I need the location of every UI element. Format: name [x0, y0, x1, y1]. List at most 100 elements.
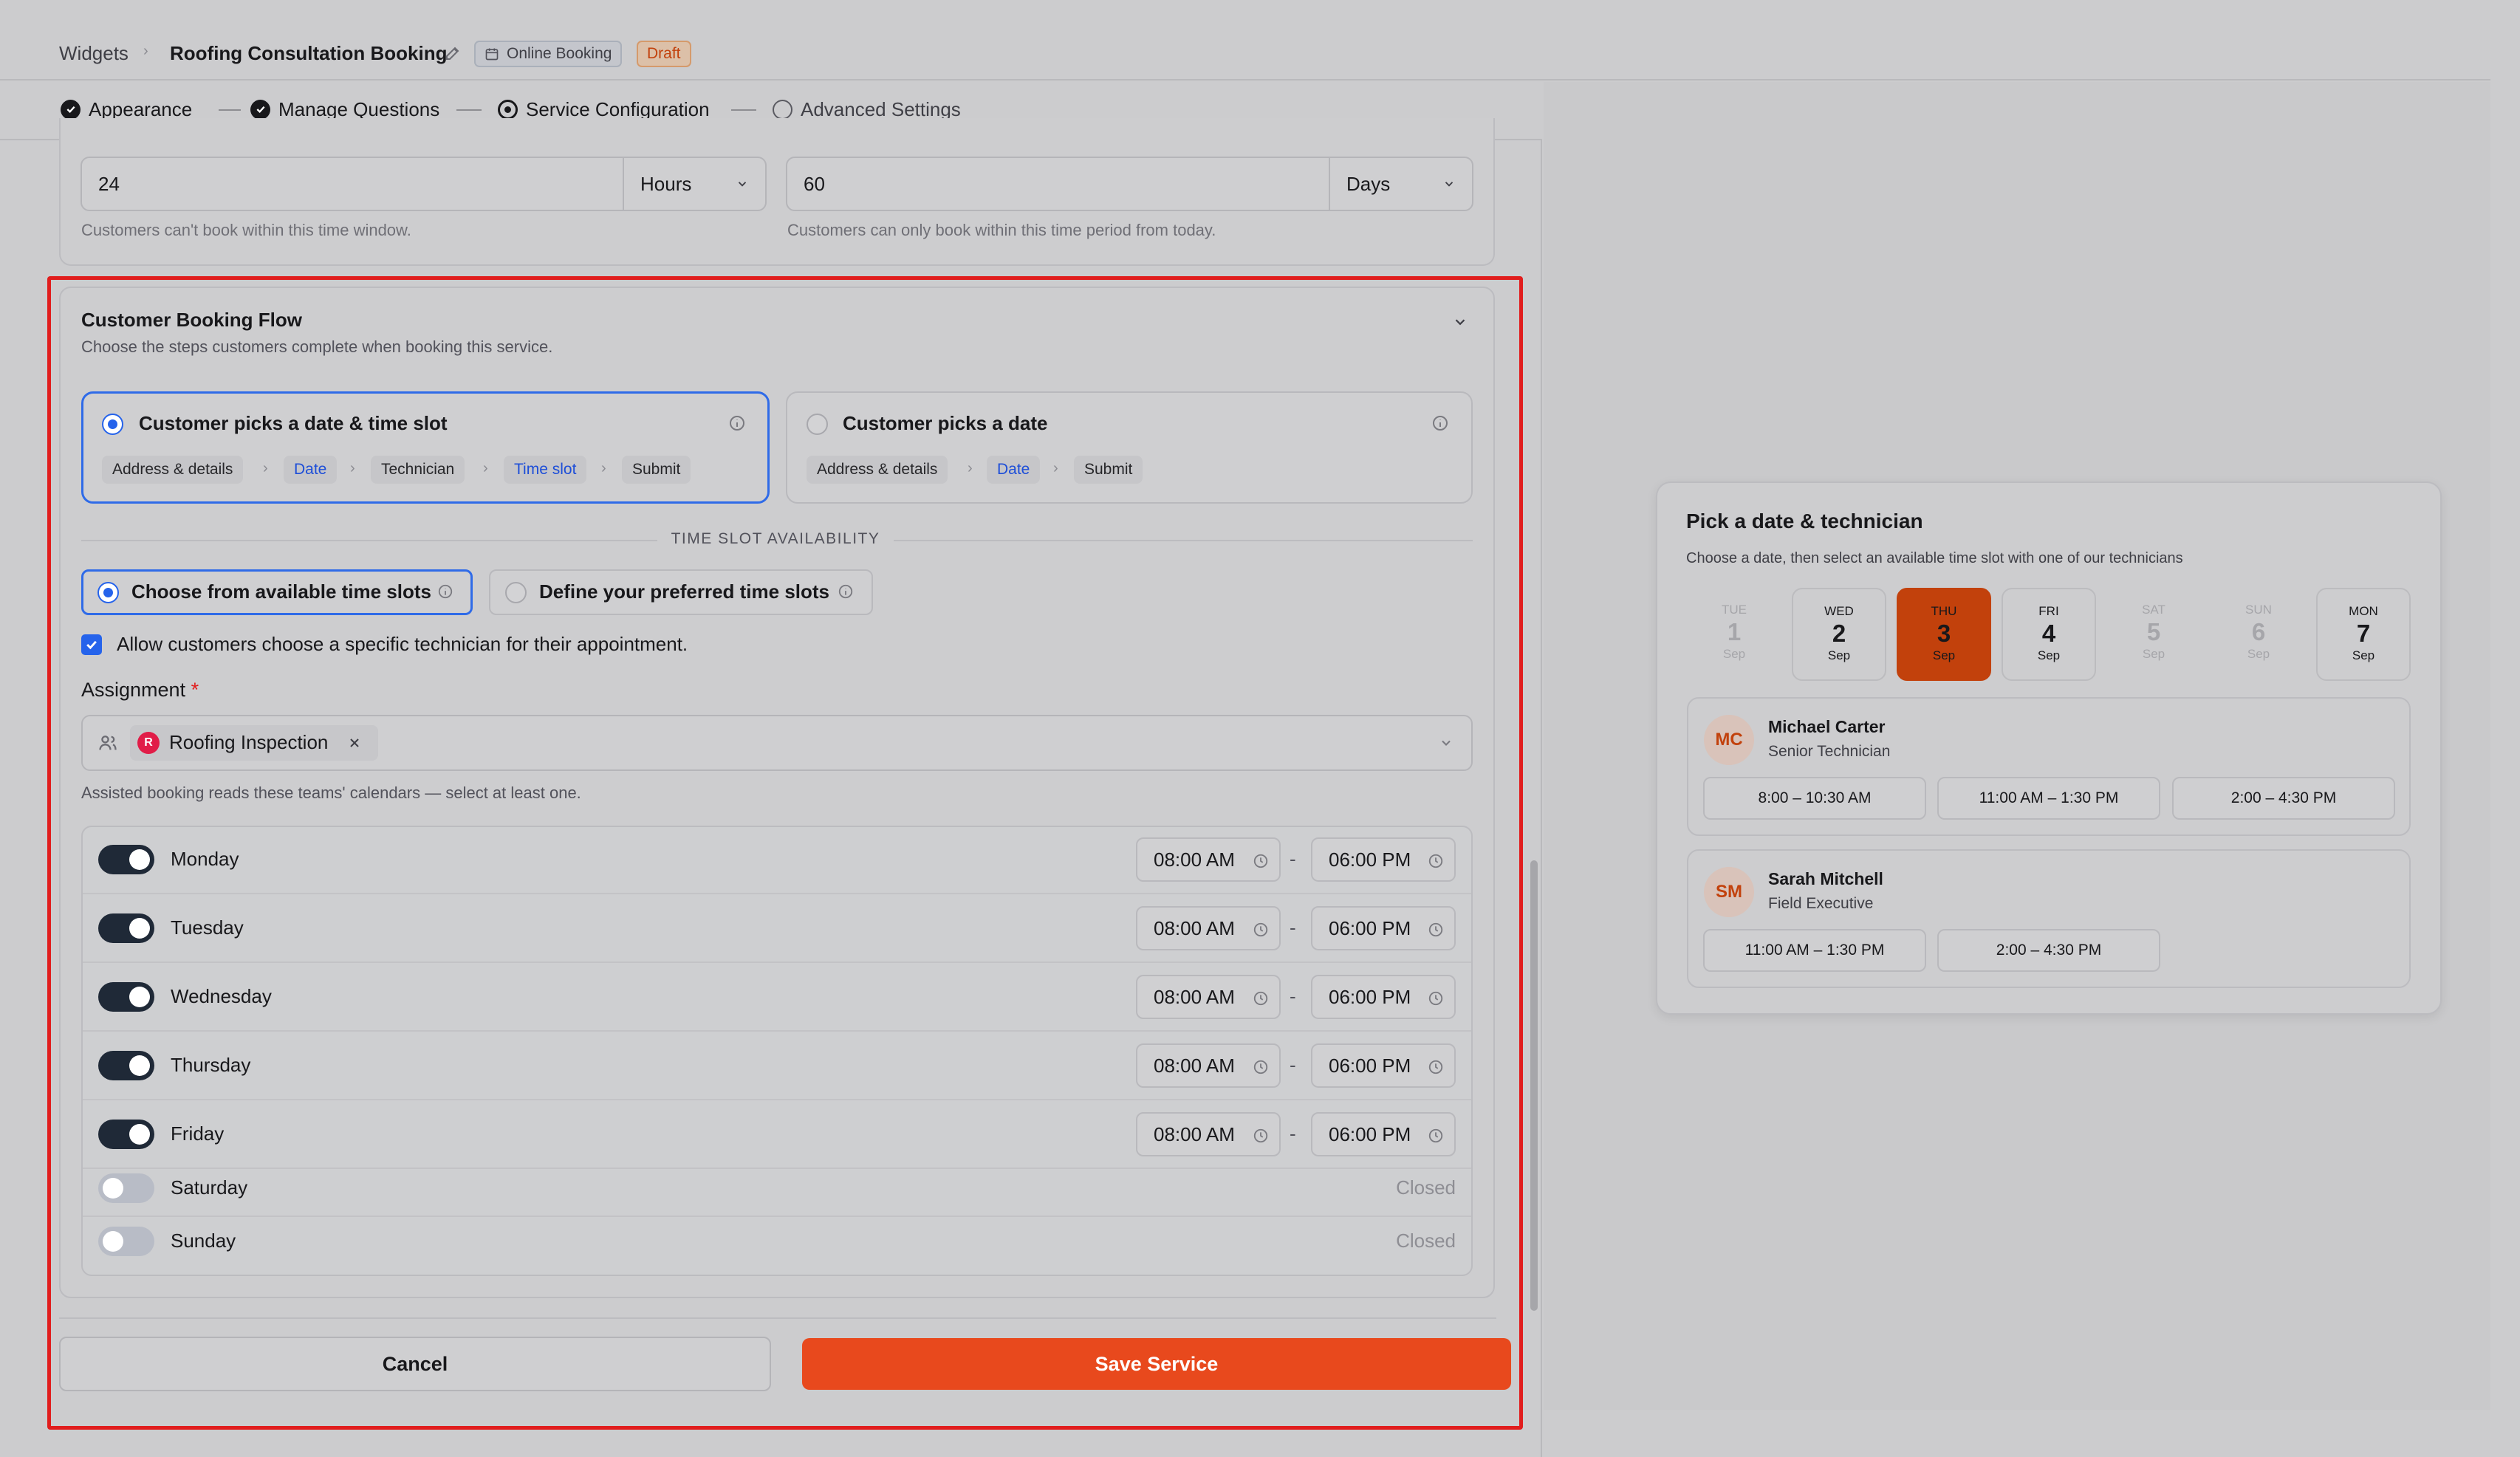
cancel-button[interactable]: Cancel — [59, 1337, 771, 1391]
assignment-tag-label: Roofing Inspection — [169, 731, 329, 753]
info-icon[interactable] — [1431, 414, 1449, 432]
info-icon[interactable] — [728, 414, 746, 432]
time-slot-button[interactable]: 11:00 AM – 1:30 PM — [1703, 929, 1926, 972]
info-icon[interactable] — [437, 583, 453, 600]
time-slot-button[interactable]: 8:00 – 10:30 AM — [1703, 777, 1926, 820]
availability-option-label: Choose from available time slots — [131, 580, 432, 603]
step-label: Appearance — [89, 97, 193, 120]
draft-status-badge: Draft — [637, 41, 691, 67]
toggle-knob — [103, 1178, 123, 1199]
time-slot-button[interactable]: 2:00 – 4:30 PM — [2172, 777, 2395, 820]
start-time-input[interactable]: 08:00 AM — [1136, 837, 1281, 882]
date-weekday: WED — [1824, 604, 1854, 618]
date-option[interactable]: THU 3 Sep — [1897, 588, 1991, 681]
end-time-input[interactable]: 06:00 PM — [1311, 837, 1456, 882]
day-toggle[interactable] — [98, 982, 154, 1012]
start-time-input[interactable]: 08:00 AM — [1136, 975, 1281, 1019]
start-time-input[interactable]: 08:00 AM — [1136, 1043, 1281, 1088]
day-toggle[interactable] — [98, 1051, 154, 1080]
date-option[interactable]: WED 2 Sep — [1792, 588, 1886, 681]
range-dash: - — [1290, 985, 1296, 1007]
availability-radio[interactable] — [97, 582, 119, 603]
day-toggle[interactable] — [98, 1227, 154, 1256]
clock-icon — [1428, 990, 1444, 1007]
min-notice-input[interactable]: 24 — [81, 157, 624, 211]
preview-subtitle: Choose a date, then select an available … — [1686, 550, 2183, 566]
end-time-value: 06:00 PM — [1329, 985, 1411, 1008]
step-label: Service Configuration — [526, 97, 710, 120]
end-time-input[interactable]: 06:00 PM — [1311, 906, 1456, 950]
info-icon[interactable] — [838, 583, 854, 600]
range-dash: - — [1290, 848, 1296, 870]
closed-label: Closed — [1396, 1176, 1456, 1199]
start-time-input[interactable]: 08:00 AM — [1136, 1112, 1281, 1156]
time-slot-button[interactable]: 11:00 AM – 1:30 PM — [1937, 777, 2160, 820]
end-time-value: 06:00 PM — [1329, 1054, 1411, 1077]
closed-label: Closed — [1396, 1230, 1456, 1252]
edit-pencil-icon[interactable] — [444, 44, 462, 62]
date-month: Sep — [2352, 648, 2375, 662]
preview-title: Pick a date & technician — [1686, 510, 1923, 532]
breadcrumb-widgets[interactable]: Widgets — [59, 38, 129, 68]
technician-choice-checkbox[interactable] — [81, 634, 102, 655]
collapse-chevron-icon[interactable] — [1452, 314, 1468, 330]
date-month: Sep — [2142, 647, 2165, 661]
flow-option-date-only[interactable] — [786, 391, 1473, 504]
max-advance-unit-select[interactable]: Days — [1329, 157, 1473, 211]
chevron-right-icon: › — [483, 460, 488, 476]
time-slot-button[interactable]: 2:00 – 4:30 PM — [1937, 929, 2160, 972]
row-divider — [83, 1168, 1471, 1169]
availability-radio[interactable] — [505, 582, 527, 603]
clock-icon — [1428, 1128, 1444, 1144]
start-time-input[interactable]: 08:00 AM — [1136, 906, 1281, 950]
day-label: Saturday — [171, 1176, 248, 1199]
day-toggle[interactable] — [98, 913, 154, 943]
end-time-value: 06:00 PM — [1329, 848, 1411, 871]
save-service-button[interactable]: Save Service — [802, 1338, 1511, 1390]
start-time-value: 08:00 AM — [1154, 1054, 1235, 1077]
technician-name: Sarah Mitchell — [1768, 869, 1883, 888]
chevron-right-icon: › — [968, 460, 973, 476]
toggle-knob — [129, 849, 150, 870]
end-time-input[interactable]: 06:00 PM — [1311, 1112, 1456, 1156]
max-advance-input[interactable]: 60 — [786, 157, 1330, 211]
clock-icon — [1428, 922, 1444, 938]
day-toggle[interactable] — [98, 845, 154, 874]
remove-tag-icon[interactable] — [347, 736, 362, 750]
day-label: Sunday — [171, 1230, 236, 1252]
date-day: 6 — [2251, 618, 2266, 645]
chevron-down-icon — [1442, 177, 1456, 191]
row-divider — [83, 1099, 1471, 1100]
footer-divider — [59, 1317, 1496, 1319]
chevron-down-icon — [736, 177, 749, 191]
day-label: Thursday — [171, 1054, 251, 1076]
min-notice-unit-label: Hours — [640, 172, 692, 195]
toggle-knob — [129, 987, 150, 1007]
flow-option-radio[interactable] — [102, 414, 123, 435]
end-time-input[interactable]: 06:00 PM — [1311, 975, 1456, 1019]
date-option: TUE 1 Sep — [1687, 588, 1781, 681]
scrollbar-thumb[interactable] — [1530, 860, 1538, 1311]
date-option: SAT 5 Sep — [2106, 588, 2201, 681]
check-circle-icon — [61, 99, 81, 120]
step-label: Manage Questions — [278, 97, 440, 120]
day-toggle[interactable] — [98, 1173, 154, 1203]
check-circle-icon — [250, 99, 270, 120]
start-time-value: 08:00 AM — [1154, 916, 1235, 939]
flow-option-radio[interactable] — [807, 414, 828, 435]
breadcrumb-chevron-icon: › — [143, 43, 148, 59]
day-label: Monday — [171, 848, 239, 870]
day-toggle[interactable] — [98, 1120, 154, 1149]
booking-flow-subtitle: Choose the steps customers complete when… — [81, 337, 553, 356]
end-time-input[interactable]: 06:00 PM — [1311, 1043, 1456, 1088]
flow-option-date-time-slot[interactable] — [81, 391, 770, 504]
date-option[interactable]: MON 7 Sep — [2316, 588, 2411, 681]
section-divider — [81, 540, 657, 541]
date-weekday: SUN — [2245, 603, 2272, 617]
availability-option-label: Define your preferred time slots — [539, 580, 829, 603]
day-label: Wednesday — [171, 985, 272, 1007]
chevron-down-icon[interactable] — [1439, 736, 1454, 750]
date-option[interactable]: FRI 4 Sep — [2002, 588, 2096, 681]
min-notice-unit-select[interactable]: Hours — [623, 157, 767, 211]
min-notice-help: Customers can't book within this time wi… — [81, 221, 411, 239]
